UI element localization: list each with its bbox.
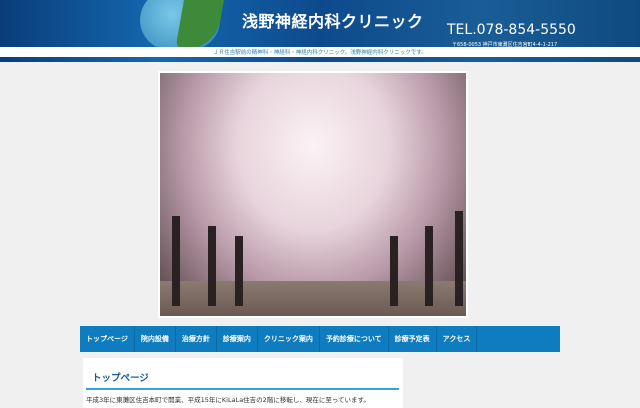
heading-underline [86,388,399,390]
nav-medical-info[interactable]: 診療案内 [217,326,258,352]
nav-schedule[interactable]: 診療予定表 [389,326,437,352]
site-header: 浅野神経内科クリニック TEL.078-854-5550 〒658-0053 神… [0,0,640,62]
header-decoration-leaf [175,0,225,50]
nav-top[interactable]: トップページ [80,326,135,352]
nav-policy[interactable]: 治療方針 [176,326,217,352]
site-title[interactable]: 浅野神経内科クリニック [242,8,424,32]
tree-trunk [425,226,433,306]
intro-text: 平成3年に東灘区住吉本町で開業、平成15年にKiLaLa住吉の2階に移転し、現在… [86,396,370,404]
nav-access[interactable]: アクセス [437,326,478,352]
page-heading: トップページ [92,373,149,384]
phone-number: TEL.078-854-5550 [447,22,576,38]
nav-reservation[interactable]: 予約診療について [320,326,389,352]
main-content: トップページ 平成3年に東灘区住吉本町で開業、平成15年にKiLaLa住吉の2階… [83,358,403,408]
main-nav: トップページ 院内設備 治療方針 診療案内 クリニック案内 予約診療について 診… [80,326,560,352]
tree-trunk [390,236,398,306]
tree-trunk [172,216,180,306]
tree-trunk [455,211,463,306]
path [160,281,466,316]
tree-trunk [208,226,216,306]
cherry-blossom-image [158,71,468,318]
nav-clinic-info[interactable]: クリニック案内 [258,326,320,352]
tree-trunk [235,236,243,306]
tagline: ＪＲ住吉駅前の精神科・神経科・神経内科クリニック。浅野神経内科クリニックです。 [213,50,427,56]
nav-facilities[interactable]: 院内設備 [135,326,176,352]
